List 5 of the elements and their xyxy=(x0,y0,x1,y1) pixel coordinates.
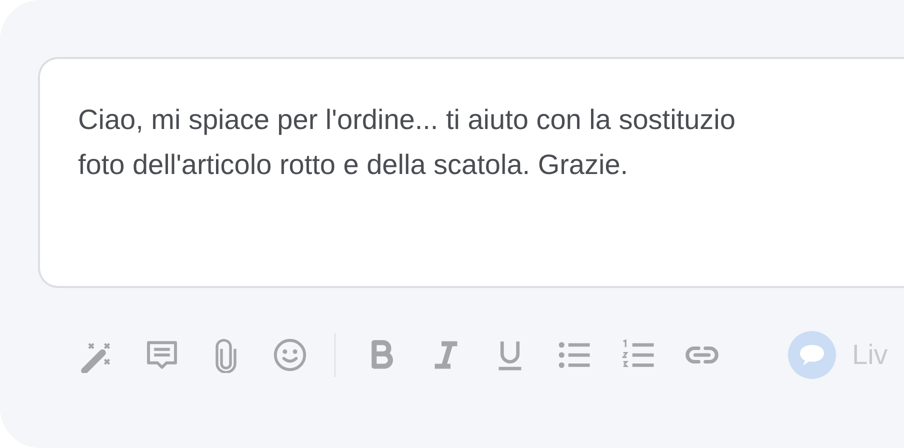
message-text: foto dell'articolo rotto e della scatola. Grazie. xyxy=(78,148,628,182)
message-text: Ciao, mi spiace per l'ordine... ti aiuto con la sostituzio xyxy=(78,103,736,137)
chat-bubble-icon xyxy=(788,331,836,379)
message-field[interactable]: Ciao, mi spiace per l'ordine... ti aiuto con la sostituzio foto dell'articolo rotto e della scatola. Grazie. xyxy=(38,57,904,288)
smiley-icon[interactable] xyxy=(272,337,308,373)
